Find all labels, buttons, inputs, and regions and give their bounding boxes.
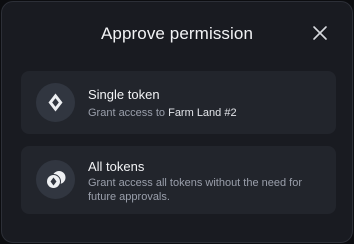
all-tokens-title: All tokens — [88, 159, 145, 174]
dialog-title: Approve permission — [100, 24, 254, 43]
single-token-title: Single token — [88, 87, 160, 102]
single-token-icon — [36, 83, 75, 122]
single-token-option[interactable]: Single token Grant access to Farm Land #… — [21, 71, 336, 134]
approve-permission-dialog: Approve permission Single token Grant ac… — [1, 1, 353, 243]
single-token-desc-prefix: Grant access to — [88, 107, 169, 119]
close-icon[interactable] — [312, 25, 328, 41]
token-name: Farm Land #2 — [168, 107, 237, 119]
all-tokens-description: Grant access all tokens without the need… — [88, 177, 303, 203]
single-token-description: Grant access to Farm Land #2 — [88, 106, 237, 120]
all-tokens-icon — [36, 160, 75, 199]
all-tokens-option[interactable]: All tokens Grant access all tokens witho… — [21, 146, 336, 214]
